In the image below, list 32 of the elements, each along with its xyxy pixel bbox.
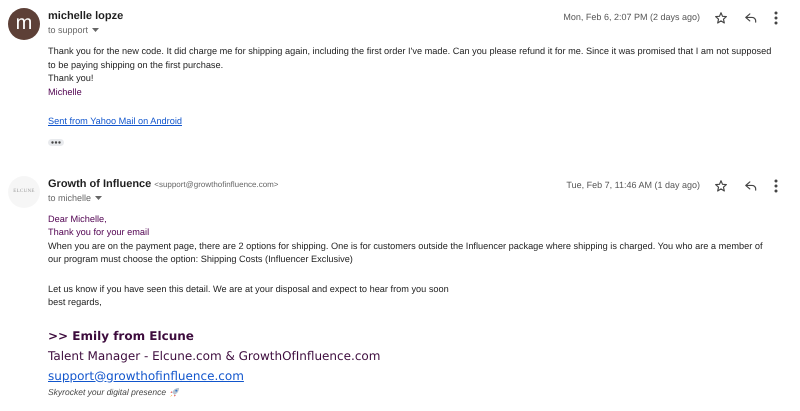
ellipsis-icon [51,140,61,144]
message-text: Thank you for your email [48,226,150,239]
rocket-icon [169,386,180,398]
sender-email: <support@growthofinfluence.com> [154,180,278,188]
star-icon[interactable] [714,178,728,192]
message-text: Dear Michelle, [48,212,108,226]
sender-name: michelle lopze [48,10,124,22]
message-link[interactable]: Sent from Yahoo Mail on Android [48,116,182,126]
reply-icon[interactable] [744,11,758,25]
message-date: Mon, Feb 6, 2:07 PM (2 days ago) [563,12,700,22]
signature-tagline: Skyrocket your digital presence [48,386,166,399]
message-text: best regards, [48,296,103,309]
sender-name: Growth of Influence [48,178,152,190]
message-text: Let us know if you have seen this detail. We are at your disposal and expect to hear from you soon [48,282,450,296]
message-text: Thank you for the new code. It did charge me for shipping again, including the first order I've made. Can you please refund it for me. Since it was promised that I am not supposed to be paying shipping on the first purchase. [48,45,772,72]
recipient-dropdown[interactable]: to michelle [48,192,102,202]
signature-email-link[interactable]: support@growthofinfluence.com [48,368,244,382]
recipient-dropdown[interactable]: to support [48,25,100,35]
signature-title: Talent Manager - Elcune.com & GrowthOfInfluence.com [48,348,382,364]
more-icon[interactable] [774,178,778,192]
caret-icon [95,196,102,200]
message-text: Michelle [48,86,83,98]
show-trimmed-button[interactable] [48,138,64,146]
reply-icon[interactable] [744,178,758,192]
avatar: m [8,8,40,40]
caret-icon [92,28,100,32]
message-date: Tue, Feb 7, 11:46 AM (1 day ago) [566,180,700,190]
message-text: Thank you! [48,72,94,85]
star-icon[interactable] [714,11,728,25]
message-text: When you are on the payment page, there are 2 options for shipping. One is for customers outside the Influencer package where shipping is charged. You who are a member of our program must choose the option: Shipping Costs (Influencer Exclusive) [48,240,764,266]
more-icon[interactable] [774,11,778,25]
signature-name: >> Emily from Elcune [48,328,195,345]
